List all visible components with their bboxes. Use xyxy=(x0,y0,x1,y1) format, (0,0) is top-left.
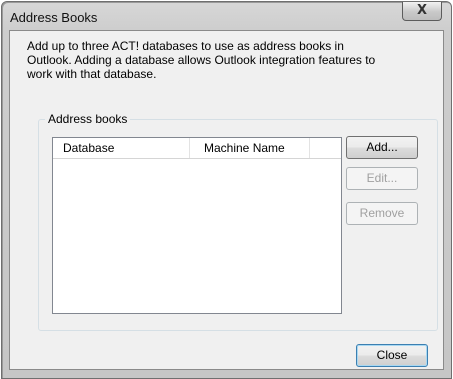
address-books-dialog: Address Books X Add up to three ACT! dat… xyxy=(1,1,452,379)
add-button[interactable]: Add... xyxy=(346,136,418,159)
remove-button[interactable]: Remove xyxy=(346,202,418,225)
window-title: Address Books xyxy=(10,10,98,25)
description-text: Add up to three ACT! databases to use as… xyxy=(27,39,437,81)
edit-button[interactable]: Edit... xyxy=(346,167,418,190)
column-header-filler xyxy=(309,138,342,158)
description-line: Outlook. Adding a database allows Outloo… xyxy=(27,53,376,67)
close-button[interactable]: Close xyxy=(356,344,428,367)
description-line: Add up to three ACT! databases to use as… xyxy=(27,39,344,53)
address-books-list[interactable]: Database Machine Name xyxy=(52,137,342,314)
dialog-client-area: Add up to three ACT! databases to use as… xyxy=(9,30,444,370)
list-header: Database Machine Name xyxy=(53,138,341,159)
description-line: work with that database. xyxy=(27,67,157,81)
close-icon[interactable]: X xyxy=(402,2,442,21)
column-header-machine-name[interactable]: Machine Name xyxy=(189,138,309,158)
group-label: Address books xyxy=(45,112,131,126)
column-header-database[interactable]: Database xyxy=(53,138,189,158)
